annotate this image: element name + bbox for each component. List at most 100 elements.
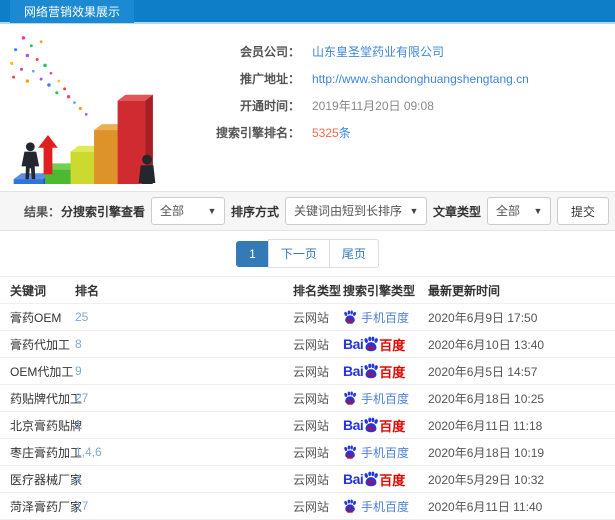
header-rank: 排名: [75, 283, 100, 298]
keyword-cell: 医疗器械厂家: [10, 472, 83, 487]
updated-time-cell: 2020年6月11日 11:18: [428, 418, 543, 433]
header-rank-type: 排名类型: [293, 283, 342, 298]
article-type-label: 文章类型: [432, 204, 481, 219]
article-type-select[interactable]: 全部: [486, 197, 551, 225]
rank-count: 5325: [312, 126, 339, 140]
svg-text:du: du: [347, 399, 354, 405]
baidu-logo-text: 百度: [379, 418, 406, 434]
updated-time-cell: 2020年6月10日 13:40: [428, 337, 545, 352]
svg-text:du: du: [347, 507, 354, 513]
table-row: 枣庄膏药加工 1,4,6 云网站 du 手机百度 2020年6月18日 10:1…: [0, 439, 615, 466]
svg-text:du: du: [347, 318, 354, 324]
submit-button[interactable]: 提交: [556, 197, 609, 225]
open-time-value: 2019年11月20日 09:08: [312, 99, 434, 113]
svg-text:du: du: [368, 479, 376, 486]
search-engine-cell: Bai du 百度: [343, 470, 428, 489]
table-row: 膏药OEM 25 云网站 du 手机百度 2020年6月9日 17:50: [0, 304, 615, 331]
search-engine-cell: Bai du 百度: [343, 362, 428, 381]
table-row: 医疗器械厂家 4 云网站 Bai du 百度 2020年5月29日 10:32: [0, 466, 615, 493]
top-bar: 网络营销效果展示: [0, 0, 615, 24]
rank-type-cell: 云网站: [293, 472, 330, 487]
promo-url-link[interactable]: http://www.shandonghuangshengtang.cn: [312, 72, 529, 86]
result-label: 结果：: [24, 204, 61, 219]
mobile-baidu-label: 手机百度: [361, 310, 410, 325]
sort-filter-label: 排序方式: [230, 204, 279, 219]
table-row: 药贴牌代加工 27 云网站 du 手机百度 2020年6月18日 10:25: [0, 385, 615, 412]
baidu-paw-icon: du: [344, 391, 356, 405]
open-time-label: 开通时间：: [239, 99, 300, 113]
rank-type-cell: 云网站: [293, 418, 330, 433]
page-last[interactable]: 尾页: [328, 239, 379, 268]
baidu-paw-icon: du: [364, 363, 379, 378]
baidu-paw-icon: du: [364, 471, 379, 486]
table-row: 北京膏药贴牌 1 云网站 Bai du 百度 2020年6月11日 11:18: [0, 412, 615, 439]
rank-link[interactable]: 1,4,6: [75, 445, 102, 459]
updated-time-cell: 2020年6月9日 17:50: [428, 310, 538, 325]
keyword-cell: 菏泽膏药厂家: [10, 499, 83, 514]
baidu-logo-text: 百度: [379, 337, 406, 353]
updated-time-cell: 2020年5月29日 10:32: [428, 472, 545, 487]
confetti-dots: [10, 36, 88, 116]
pagination: 1 下一页 尾页: [0, 231, 615, 276]
keyword-cell: 药贴牌代加工: [10, 391, 83, 406]
baidu-logo-text: 百度: [379, 472, 406, 488]
table-row: OEM代加工 9 云网站 Bai du 百度 2020年6月5日 14:57: [0, 358, 615, 385]
svg-text:du: du: [368, 425, 376, 432]
page-next[interactable]: 下一页: [267, 239, 330, 268]
header-keyword: 关键词: [10, 283, 47, 298]
rank-link[interactable]: 17: [75, 499, 88, 513]
header-updated: 最新更新时间: [428, 283, 501, 298]
baidu-paw-icon: du: [344, 499, 356, 513]
updated-time-cell: 2020年6月5日 14:57: [428, 364, 538, 379]
engine-rank-label: 搜索引擎排名：: [215, 126, 300, 140]
filter-group: 分搜索引擎查看 全部 ▼ 排序方式 关键词由短到长排序 ▼ 文章类型 全部 ▼ …: [61, 197, 609, 225]
mobile-baidu-label: 手机百度: [361, 445, 410, 460]
rank-link[interactable]: 9: [75, 364, 82, 378]
baidu-paw-icon: du: [344, 445, 356, 459]
baidu-logo-prefix: Bai: [343, 336, 364, 352]
svg-text:du: du: [347, 453, 354, 459]
rank-link[interactable]: 8: [75, 337, 82, 351]
table-header-row: 关键词 排名 排名类型 搜索引擎类型 最新更新时间: [0, 277, 615, 304]
page-title-tab[interactable]: 网络营销效果展示: [10, 0, 135, 23]
baidu-logo-prefix: Bai: [343, 417, 364, 433]
updated-time-cell: 2020年6月18日 10:25: [428, 391, 545, 406]
search-engine-cell: du 手机百度: [343, 390, 428, 407]
table-body: 膏药OEM 25 云网站 du 手机百度 2020年6月9日 17:50 膏药代…: [0, 304, 615, 520]
search-engine-cell: du 手机百度: [343, 444, 428, 461]
engine-filter-label: 分搜索引擎查看: [60, 204, 145, 219]
filter-bar: 结果： 分搜索引擎查看 全部 ▼ 排序方式 关键词由短到长排序 ▼ 文章类型 全…: [0, 191, 615, 231]
page-current[interactable]: 1: [236, 240, 269, 267]
svg-text:du: du: [368, 371, 376, 378]
updated-time-cell: 2020年6月18日 10:19: [428, 445, 545, 460]
search-engine-cell: Bai du 百度: [343, 416, 428, 435]
info-section: 会员公司： 山东皇圣堂药业有限公司 推广地址： http://www.shand…: [0, 24, 615, 191]
page-title: 网络营销效果展示: [24, 4, 121, 19]
engine-rank-value: 5325条: [312, 124, 351, 141]
rank-type-cell: 云网站: [293, 499, 330, 514]
rank-link[interactable]: 4: [75, 472, 82, 486]
baidu-logo-prefix: Bai: [343, 363, 364, 379]
company-row: 会员公司： 山东皇圣堂药业有限公司: [195, 38, 615, 65]
keyword-cell: OEM代加工: [10, 364, 74, 379]
updated-time-cell: 2020年6月11日 11:40: [428, 499, 543, 514]
rank-type-cell: 云网站: [293, 391, 330, 406]
rank-link[interactable]: 27: [75, 391, 88, 405]
rank-type-cell: 云网站: [293, 310, 330, 325]
rank-type-cell: 云网站: [293, 445, 330, 460]
table-row: 膏药代加工 8 云网站 Bai du 百度 2020年6月10日 13:40: [0, 331, 615, 358]
baidu-logo-text: 百度: [379, 364, 406, 380]
keyword-cell: 膏药代加工: [10, 337, 71, 352]
rank-unit: 条: [338, 126, 351, 140]
company-link[interactable]: 山东皇圣堂药业有限公司: [312, 43, 444, 60]
growth-chart-illustration: [10, 36, 156, 184]
mobile-baidu-label: 手机百度: [361, 499, 410, 514]
rank-link[interactable]: 25: [75, 310, 88, 324]
open-time-row: 开通时间： 2019年11月20日 09:08: [195, 92, 615, 119]
engine-filter-select[interactable]: 全部: [150, 197, 225, 225]
baidu-paw-icon: du: [364, 336, 379, 351]
sort-select[interactable]: 关键词由短到长排序: [284, 197, 427, 225]
mobile-baidu-label: 手机百度: [361, 391, 410, 406]
rank-link[interactable]: 1: [75, 418, 82, 432]
search-engine-cell: Bai du 百度: [343, 335, 428, 354]
